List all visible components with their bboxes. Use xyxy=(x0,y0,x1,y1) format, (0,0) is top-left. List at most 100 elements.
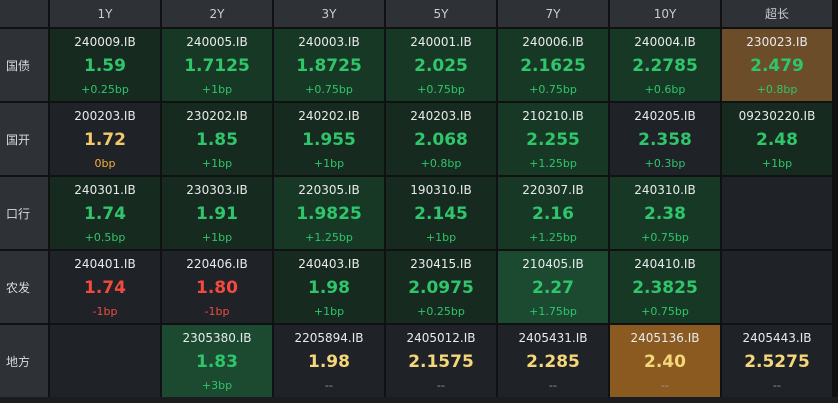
bond-code: 2305380.IB xyxy=(182,331,252,345)
yield-change: -1bp xyxy=(92,305,118,318)
yield-value: 2.479 xyxy=(750,56,804,76)
yield-change: +1bp xyxy=(313,305,345,318)
row-label-exim: 口行 xyxy=(0,177,48,249)
bond-code: 2405136.IB xyxy=(630,331,700,345)
bond-code: 240004.IB xyxy=(634,35,696,49)
row-label-cdb: 国开 xyxy=(0,103,48,175)
yield-value: 1.8725 xyxy=(296,56,362,76)
yield-value: 1.80 xyxy=(196,278,238,298)
bond-code: 220307.IB xyxy=(522,183,584,197)
col-header-5y[interactable]: 5Y xyxy=(386,0,496,27)
col-header-1y[interactable]: 1Y xyxy=(50,0,160,27)
quote-cell[interactable]: 200203.IB 1.72 0bp xyxy=(50,103,160,175)
quote-cell[interactable]: 240202.IB 1.955 +1bp xyxy=(274,103,384,175)
yield-change: +1.25bp xyxy=(305,231,353,244)
quote-cell[interactable]: 2405431.IB 2.285 -- xyxy=(498,325,608,397)
yield-value: 2.285 xyxy=(526,352,580,372)
yield-change: +0.25bp xyxy=(81,83,129,96)
quote-cell[interactable]: 230303.IB 1.91 +1bp xyxy=(162,177,272,249)
quote-cell[interactable]: 220406.IB 1.80 -1bp xyxy=(162,251,272,323)
quote-cell[interactable]: 2405136.IB 2.40 -- xyxy=(610,325,720,397)
yield-change: -1bp xyxy=(204,305,230,318)
yield-value: 2.48 xyxy=(756,130,798,150)
yield-change: +0.75bp xyxy=(641,231,689,244)
bond-code: 230202.IB xyxy=(186,109,248,123)
quote-cell[interactable]: 240005.IB 1.7125 +1bp xyxy=(162,29,272,101)
quote-cell[interactable]: 2405443.IB 2.5275 -- xyxy=(722,325,832,397)
col-header-10y[interactable]: 10Y xyxy=(610,0,720,27)
col-header-3y[interactable]: 3Y xyxy=(274,0,384,27)
yield-change: +0.75bp xyxy=(417,83,465,96)
quote-cell[interactable]: 210210.IB 2.255 +1.25bp xyxy=(498,103,608,175)
quote-cell[interactable]: 240310.IB 2.38 +0.75bp xyxy=(610,177,720,249)
quote-cell[interactable]: 240009.IB 1.59 +0.25bp xyxy=(50,29,160,101)
yield-value: 2.0975 xyxy=(408,278,474,298)
bond-code: 240001.IB xyxy=(410,35,472,49)
quote-cell[interactable]: 240410.IB 2.3825 +0.75bp xyxy=(610,251,720,323)
row-label-local: 地方 xyxy=(0,325,48,397)
yield-value: 2.40 xyxy=(644,352,686,372)
quote-cell[interactable]: 240001.IB 2.025 +0.75bp xyxy=(386,29,496,101)
yield-value: 2.1625 xyxy=(520,56,586,76)
bond-code: 2205894.IB xyxy=(294,331,364,345)
quote-cell[interactable]: 190310.IB 2.145 +1bp xyxy=(386,177,496,249)
quote-cell[interactable]: 09230220.IB 2.48 +1bp xyxy=(722,103,832,175)
quote-cell[interactable]: 240301.IB 1.74 +0.5bp xyxy=(50,177,160,249)
bond-code: 240003.IB xyxy=(298,35,360,49)
bond-code: 2405431.IB xyxy=(518,331,588,345)
yield-value: 1.74 xyxy=(84,278,126,298)
col-header-2y[interactable]: 2Y xyxy=(162,0,272,27)
bond-yield-matrix: 1Y 2Y 3Y 5Y 7Y 10Y 超长 国债 240009.IB 1.59 … xyxy=(0,0,838,397)
yield-change: +1bp xyxy=(201,231,233,244)
yield-value: 2.025 xyxy=(414,56,468,76)
quote-cell[interactable]: 240403.IB 1.98 +1bp xyxy=(274,251,384,323)
quote-cell[interactable]: 240205.IB 2.358 +0.3bp xyxy=(610,103,720,175)
quote-cell[interactable]: 210405.IB 2.27 +1.75bp xyxy=(498,251,608,323)
yield-change: +1bp xyxy=(761,157,793,170)
bond-code: 240203.IB xyxy=(410,109,472,123)
col-header-ultra-long[interactable]: 超长 xyxy=(722,0,832,27)
quote-cell[interactable]: 220307.IB 2.16 +1.25bp xyxy=(498,177,608,249)
yield-change: +0.5bp xyxy=(84,231,126,244)
yield-change: -- xyxy=(437,379,445,392)
yield-change: +1.25bp xyxy=(529,157,577,170)
yield-value: 1.83 xyxy=(196,352,238,372)
yield-change: +0.75bp xyxy=(305,83,353,96)
quote-cell[interactable]: 2205894.IB 1.98 -- xyxy=(274,325,384,397)
quote-cell[interactable]: 2405012.IB 2.1575 -- xyxy=(386,325,496,397)
bond-code: 240401.IB xyxy=(74,257,136,271)
yield-change: +1bp xyxy=(425,231,457,244)
empty-cell xyxy=(722,251,832,323)
bond-code: 240202.IB xyxy=(298,109,360,123)
quote-cell[interactable]: 230202.IB 1.85 +1bp xyxy=(162,103,272,175)
yield-change: -- xyxy=(325,379,333,392)
col-header-7y[interactable]: 7Y xyxy=(498,0,608,27)
yield-change: +3bp xyxy=(201,379,233,392)
yield-value: 1.955 xyxy=(302,130,356,150)
quote-cell[interactable]: 240004.IB 2.2785 +0.6bp xyxy=(610,29,720,101)
yield-value: 1.59 xyxy=(84,56,126,76)
yield-value: 2.3825 xyxy=(632,278,698,298)
quote-cell[interactable]: 240006.IB 2.1625 +0.75bp xyxy=(498,29,608,101)
bond-code: 240205.IB xyxy=(634,109,696,123)
row-label-treasury: 国债 xyxy=(0,29,48,101)
bond-code: 240006.IB xyxy=(522,35,584,49)
yield-change: +0.8bp xyxy=(420,157,462,170)
yield-value: 2.2785 xyxy=(632,56,698,76)
quote-cell[interactable]: 240203.IB 2.068 +0.8bp xyxy=(386,103,496,175)
bond-code: 2405443.IB xyxy=(742,331,812,345)
quote-cell[interactable]: 230415.IB 2.0975 +0.25bp xyxy=(386,251,496,323)
yield-value: 1.74 xyxy=(84,204,126,224)
quote-cell[interactable]: 240003.IB 1.8725 +0.75bp xyxy=(274,29,384,101)
quote-cell[interactable]: 2305380.IB 1.83 +3bp xyxy=(162,325,272,397)
bond-code: 230303.IB xyxy=(186,183,248,197)
quote-cell[interactable]: 220305.IB 1.9825 +1.25bp xyxy=(274,177,384,249)
quote-cell[interactable]: 230023.IB 2.479 +0.8bp xyxy=(722,29,832,101)
quote-cell[interactable]: 240401.IB 1.74 -1bp xyxy=(50,251,160,323)
yield-change: +0.3bp xyxy=(644,157,686,170)
yield-change: +1bp xyxy=(313,157,345,170)
yield-change: -- xyxy=(773,379,781,392)
yield-change: 0bp xyxy=(94,157,116,170)
bond-code: 210210.IB xyxy=(522,109,584,123)
bond-code: 240310.IB xyxy=(634,183,696,197)
